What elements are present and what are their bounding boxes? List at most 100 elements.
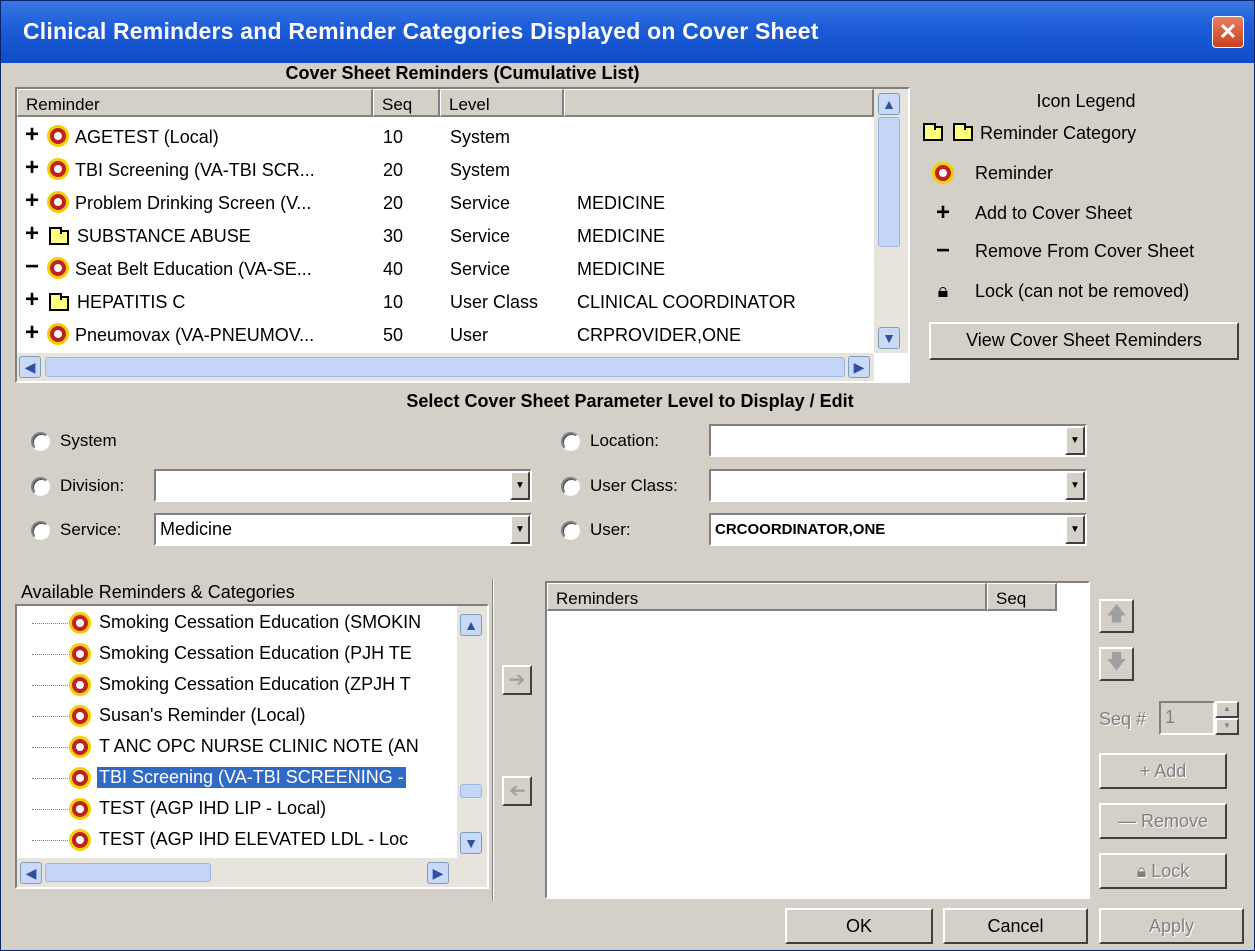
seq-up-icon[interactable]: ▲ — [1215, 701, 1239, 718]
vscroll-thumb[interactable] — [460, 784, 482, 798]
service-select[interactable]: Medicine ▼ — [154, 513, 532, 546]
move-right-button[interactable]: ➔ — [502, 665, 532, 695]
seq-down-icon[interactable]: ▼ — [1215, 718, 1239, 735]
list-item-selected[interactable]: TBI Screening (VA-TBI SCREENING - — [17, 763, 455, 794]
list-item[interactable]: T ANC OPC NURSE CLINIC NOTE (AN — [17, 732, 455, 763]
move-up-button[interactable]: 🡅 — [1099, 599, 1134, 633]
title-bar[interactable]: Clinical Reminders and Reminder Categori… — [1, 1, 1254, 63]
cancel-button[interactable]: Cancel — [943, 908, 1088, 944]
seq-input[interactable]: 1 — [1159, 701, 1215, 735]
radio-button[interactable] — [561, 520, 580, 540]
scroll-down-icon[interactable]: ▼ — [878, 327, 900, 349]
chevron-down-icon[interactable]: ▼ — [1065, 426, 1085, 455]
reminder-icon — [69, 705, 91, 727]
chevron-down-icon[interactable]: ▼ — [1065, 515, 1085, 544]
table-row[interactable]: − Seat Belt Education (VA-SE... 40 Servi… — [17, 253, 874, 286]
user-select[interactable]: CRCOORDINATOR,ONE ▼ — [709, 513, 1087, 546]
scroll-left-icon[interactable]: ◀ — [20, 862, 42, 884]
column-header-reminders[interactable]: Reminders — [547, 583, 987, 611]
seq-value: 1 — [1165, 707, 1176, 727]
radio-service[interactable]: Service: — [31, 515, 121, 545]
radio-division[interactable]: Division: — [31, 471, 124, 501]
ok-button[interactable]: OK — [785, 908, 933, 944]
remove-button[interactable]: — Remove — [1099, 803, 1227, 839]
lock-label: Lock — [1151, 861, 1190, 881]
chevron-down-icon[interactable]: ▼ — [510, 515, 530, 544]
minus-icon[interactable]: − — [25, 253, 39, 281]
radio-system[interactable]: System — [31, 426, 117, 456]
move-left-button[interactable]: ➔ — [502, 776, 532, 806]
lock-button[interactable]: 🔒︎ Lock — [1099, 853, 1227, 889]
plus-icon[interactable]: + — [25, 121, 39, 149]
cover-sheet-list[interactable]: Reminder Seq Level + AGETEST (Local) 10 … — [15, 87, 910, 383]
column-header-reminder[interactable]: Reminder — [17, 89, 373, 117]
available-tree[interactable]: Smoking Cessation Education (SMOKIN Smok… — [15, 604, 489, 889]
radio-button[interactable] — [31, 476, 50, 496]
param-level-heading: Select Cover Sheet Parameter Level to Di… — [406, 391, 854, 411]
hscroll-thumb[interactable] — [45, 863, 211, 882]
arrow-down-icon: 🡇 — [1106, 651, 1127, 673]
plus-icon[interactable]: + — [25, 220, 39, 248]
vscroll-thumb[interactable] — [878, 117, 900, 247]
cover-sheet-vscroll[interactable]: ▲ ▼ — [874, 89, 908, 353]
scroll-left-icon[interactable]: ◀ — [19, 356, 41, 378]
window-title: Clinical Reminders and Reminder Categori… — [23, 18, 819, 44]
user-class-select[interactable]: ▼ — [709, 469, 1087, 502]
scroll-up-icon[interactable]: ▲ — [878, 93, 900, 115]
radio-button[interactable] — [31, 520, 50, 540]
column-header-level[interactable]: Level — [440, 89, 564, 117]
close-button[interactable]: ✕ — [1212, 16, 1244, 48]
row-reminder: AGETEST (Local) — [75, 127, 219, 147]
list-item[interactable]: Smoking Cessation Education (SMOKIN — [17, 608, 455, 639]
chevron-down-icon[interactable]: ▼ — [1065, 471, 1085, 500]
radio-label: System — [60, 431, 117, 450]
plus-icon[interactable]: + — [25, 319, 39, 347]
list-item[interactable]: Smoking Cessation Education (PJH TE — [17, 639, 455, 670]
radio-user[interactable]: User: — [561, 515, 631, 545]
add-button[interactable]: + Add — [1099, 753, 1227, 789]
chevron-down-icon[interactable]: ▼ — [510, 471, 530, 500]
table-row[interactable]: + AGETEST (Local) 10 System — [17, 121, 874, 154]
scroll-up-icon[interactable]: ▲ — [460, 614, 482, 636]
radio-user-class[interactable]: User Class: — [561, 471, 678, 501]
table-row[interactable]: + Problem Drinking Screen (V... 20 Servi… — [17, 187, 874, 220]
plus-icon[interactable]: + — [25, 154, 39, 182]
add-label: Add — [1154, 761, 1187, 781]
list-item[interactable]: Susan's Reminder (Local) — [17, 701, 455, 732]
row-value: MEDICINE — [577, 226, 666, 246]
view-cover-sheet-reminders-button[interactable]: View Cover Sheet Reminders — [929, 322, 1239, 360]
table-row[interactable]: + HEPATITIS C 10 User Class CLINICAL COO… — [17, 286, 874, 319]
division-select[interactable]: ▼ — [154, 469, 532, 502]
radio-button[interactable] — [561, 476, 580, 496]
arrow-right-icon: ➔ — [508, 669, 526, 691]
scroll-right-icon[interactable]: ▶ — [427, 862, 449, 884]
plus-icon[interactable]: + — [25, 187, 39, 215]
reminders-list[interactable]: Reminders Seq — [545, 581, 1090, 899]
reminder-icon — [47, 323, 69, 345]
list-item[interactable]: Smoking Cessation Education (ZPJH T — [17, 670, 455, 701]
table-row[interactable]: + TBI Screening (VA-TBI SCR... 20 System — [17, 154, 874, 187]
location-select[interactable]: ▼ — [709, 424, 1087, 457]
splitter[interactable] — [492, 579, 494, 901]
radio-label: User: — [590, 520, 631, 539]
radio-location[interactable]: Location: — [561, 426, 659, 456]
radio-button[interactable] — [561, 431, 580, 451]
table-row[interactable]: + SUBSTANCE ABUSE 30 Service MEDICINE — [17, 220, 874, 253]
plus-icon[interactable]: + — [25, 286, 39, 314]
scroll-down-icon[interactable]: ▼ — [460, 832, 482, 854]
radio-button[interactable] — [31, 431, 50, 451]
list-item[interactable]: TEST (AGP IHD ELEVATED LDL - Loc — [17, 825, 455, 856]
table-row[interactable]: + Pneumovax (VA-PNEUMOV... 50 User CRPRO… — [17, 319, 874, 347]
list-item[interactable]: TEST (AGP IHD LIP - Local) — [17, 794, 455, 825]
available-hscroll[interactable]: ◀ ▶ — [17, 858, 487, 887]
dialog-window: Clinical Reminders and Reminder Categori… — [0, 0, 1255, 951]
scroll-right-icon[interactable]: ▶ — [848, 356, 870, 378]
hscroll-thumb[interactable] — [45, 357, 845, 377]
column-header-seq[interactable]: Seq — [373, 89, 440, 117]
move-down-button[interactable]: 🡇 — [1099, 647, 1134, 681]
apply-button[interactable]: Apply — [1099, 908, 1244, 944]
column-header-value[interactable] — [564, 89, 874, 117]
available-vscroll[interactable]: ▲ ▼ — [457, 606, 487, 858]
cover-sheet-hscroll[interactable]: ◀ ▶ — [17, 353, 874, 381]
column-header-seq[interactable]: Seq — [987, 583, 1057, 611]
